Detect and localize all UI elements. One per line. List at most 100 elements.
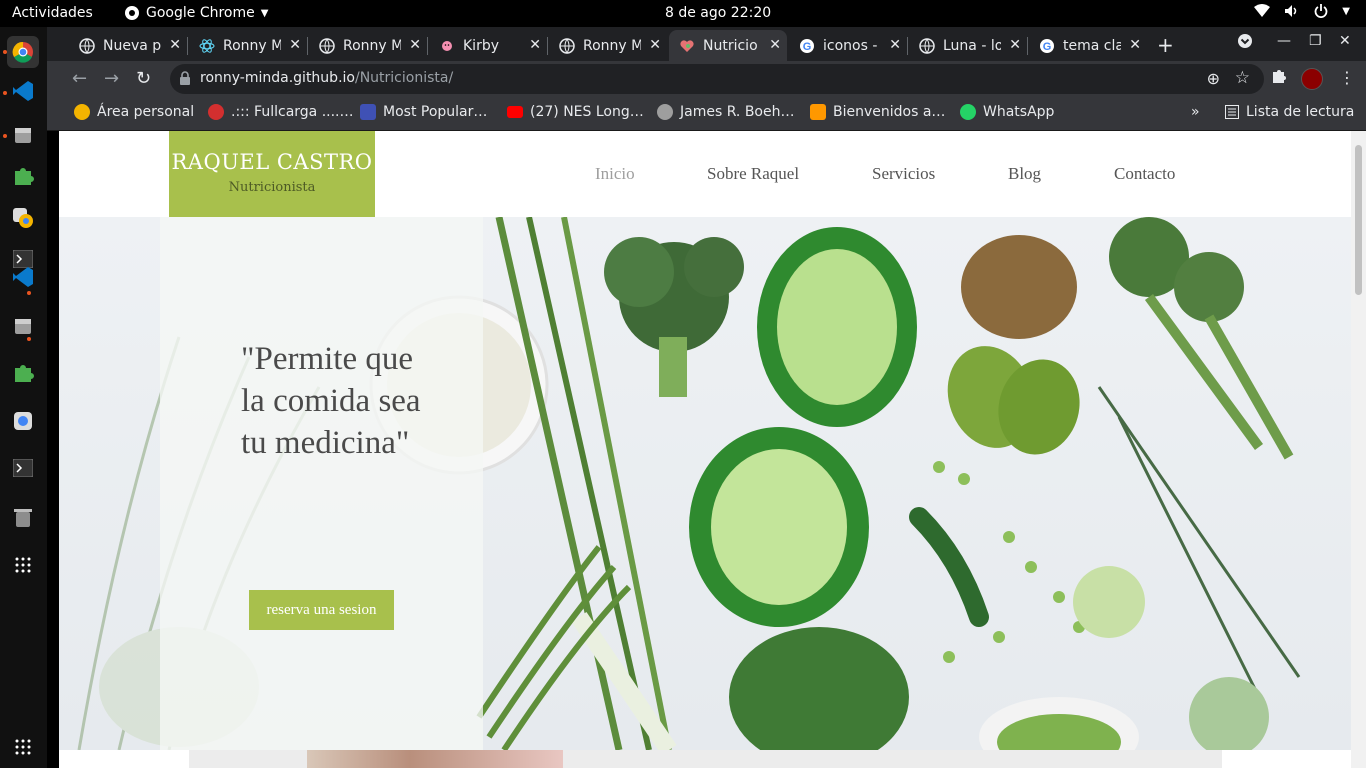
site-logo[interactable]: RAQUEL CASTRO Nutricionista: [169, 131, 375, 217]
dock-show-apps-bottom[interactable]: [9, 733, 37, 761]
dock-extensions-2[interactable]: [9, 359, 37, 387]
tab-separator: [547, 37, 548, 55]
bookmark-james[interactable]: James R. Boeh…: [657, 104, 795, 120]
tab-separator: [307, 37, 308, 55]
globe-icon: [79, 37, 95, 54]
dock: [0, 27, 47, 768]
dock-files-2[interactable]: [9, 312, 37, 340]
tab-title: Kirby: [463, 37, 499, 54]
globe-icon: [657, 104, 673, 120]
extensions-puzzle-icon[interactable]: [1271, 68, 1287, 88]
tab-7[interactable]: Luna - lo ✕: [909, 30, 1027, 61]
reading-list-label: Lista de lectura: [1246, 104, 1355, 120]
tab-5-active[interactable]: Nutricio ✕: [669, 30, 787, 61]
tab-6[interactable]: G iconos - ✕: [789, 30, 907, 61]
toolbar: ← → ↻ ronny-minda.github.io/Nutricionist…: [47, 61, 1366, 97]
address-bar[interactable]: ronny-minda.github.io/Nutricionista/ ⊕ ☆: [170, 64, 1264, 94]
kirby-icon: [442, 40, 452, 51]
nav-blog[interactable]: Blog: [1008, 164, 1041, 184]
close-tab-icon[interactable]: ✕: [529, 37, 541, 53]
close-tab-icon[interactable]: ✕: [649, 37, 661, 53]
dock-vscode[interactable]: [9, 77, 37, 105]
google-icon: G: [1040, 38, 1054, 53]
tab-2[interactable]: Ronny M ✕: [309, 30, 427, 61]
whatsapp-icon: [960, 104, 976, 120]
bookmarks-bar: Área personal .::: Fullcarga ....… Most …: [47, 97, 1366, 131]
bookmarks-overflow-icon[interactable]: »: [1191, 104, 1200, 120]
close-tab-icon[interactable]: ✕: [889, 37, 901, 53]
minimize-icon[interactable]: —: [1277, 33, 1291, 49]
tab-0[interactable]: Nueva p ✕: [69, 30, 187, 61]
bookmark-label: Most Popular…: [383, 104, 488, 120]
dock-files[interactable]: [9, 121, 37, 149]
reading-list-icon: [1225, 105, 1239, 119]
dock-trash[interactable]: [9, 503, 37, 531]
page-scrollbar[interactable]: [1351, 131, 1366, 768]
system-tray[interactable]: ▼: [1254, 4, 1350, 18]
dock-running-dot: [27, 337, 31, 341]
bookmark-youtube[interactable]: (27) NES Long…: [507, 104, 644, 120]
url-text[interactable]: ronny-minda.github.io/Nutricionista/: [200, 70, 453, 86]
tab-title: Ronny M: [583, 37, 641, 54]
close-tab-icon[interactable]: ✕: [409, 37, 421, 53]
tab-4[interactable]: Ronny M ✕: [549, 30, 667, 61]
dock-running-dot: [3, 91, 7, 95]
nav-contacto[interactable]: Contacto: [1114, 164, 1175, 184]
dock-extensions[interactable]: [9, 162, 37, 190]
clock[interactable]: 8 de ago 22:20: [665, 5, 771, 21]
dock-show-apps[interactable]: [9, 551, 37, 579]
nav-sobre-raquel[interactable]: Sobre Raquel: [707, 164, 799, 184]
app-menu-label: Google Chrome: [146, 5, 255, 21]
more-menu-icon[interactable]: ⋮: [1339, 68, 1355, 87]
tab-title: Ronny M: [223, 37, 281, 54]
url-domain: ronny-minda.github.io: [200, 70, 355, 86]
dock-app-3[interactable]: [9, 407, 37, 435]
tab-strip: Nueva p ✕ Ronny M ✕ Ronny M ✕ Kirby ✕ Ro…: [47, 27, 1366, 61]
bookmark-bienvenidos[interactable]: Bienvenidos a…: [810, 104, 945, 120]
bookmark-star-icon[interactable]: ☆: [1235, 68, 1250, 88]
bookmark-fullcarga[interactable]: .::: Fullcarga ....…: [208, 104, 354, 120]
bookmark-favicon: [74, 104, 90, 120]
dock-terminal-2[interactable]: [9, 454, 37, 482]
book-session-button[interactable]: reserva una sesion: [249, 590, 394, 630]
close-tab-icon[interactable]: ✕: [769, 37, 781, 53]
activities-button[interactable]: Actividades: [12, 5, 93, 21]
reading-list-button[interactable]: Lista de lectura: [1225, 104, 1354, 120]
dock-running-dot: [27, 291, 31, 295]
dock-vscode-2[interactable]: [9, 263, 37, 291]
dock-chrome[interactable]: [7, 36, 39, 68]
tab-8[interactable]: G tema cla ✕: [1029, 30, 1147, 61]
nav-inicio[interactable]: Inicio: [595, 164, 635, 184]
dock-app-switcher[interactable]: [9, 204, 37, 232]
profile-avatar[interactable]: [1301, 68, 1323, 90]
hero-text-panel: [160, 217, 483, 750]
tab-3[interactable]: Kirby ✕: [429, 30, 547, 61]
bookmark-whatsapp[interactable]: WhatsApp: [960, 104, 1054, 120]
back-button[interactable]: ←: [72, 68, 87, 89]
tab-search-icon[interactable]: [1237, 33, 1253, 53]
svg-text:G: G: [1043, 41, 1052, 53]
chrome-icon: [125, 6, 139, 20]
new-tab-button[interactable]: +: [1157, 33, 1174, 57]
globe-icon: [919, 37, 935, 54]
app-menu[interactable]: Google Chrome ▼: [124, 5, 268, 21]
lock-icon[interactable]: [180, 71, 190, 85]
url-path: /Nutricionista/: [354, 70, 454, 86]
tab-title: Luna - lo: [943, 37, 1001, 54]
bookmark-most-popular[interactable]: Most Popular…: [360, 104, 487, 120]
forward-button[interactable]: →: [104, 68, 119, 89]
close-tab-icon[interactable]: ✕: [1009, 37, 1021, 53]
reload-button[interactable]: ↻: [136, 68, 151, 89]
close-window-icon[interactable]: ✕: [1339, 33, 1351, 49]
maximize-icon[interactable]: ❐: [1309, 33, 1322, 49]
bookmark-area-personal[interactable]: Área personal: [74, 104, 194, 120]
scrollbar-thumb[interactable]: [1355, 145, 1362, 295]
nav-servicios[interactable]: Servicios: [872, 164, 935, 184]
about-section-preview: [59, 750, 1351, 768]
close-tab-icon[interactable]: ✕: [169, 37, 181, 53]
close-tab-icon[interactable]: ✕: [1129, 37, 1141, 53]
site-header: RAQUEL CASTRO Nutricionista Inicio Sobre…: [59, 131, 1351, 217]
zoom-icon[interactable]: ⊕: [1207, 69, 1220, 88]
close-tab-icon[interactable]: ✕: [289, 37, 301, 53]
tab-1[interactable]: Ronny M ✕: [189, 30, 307, 61]
